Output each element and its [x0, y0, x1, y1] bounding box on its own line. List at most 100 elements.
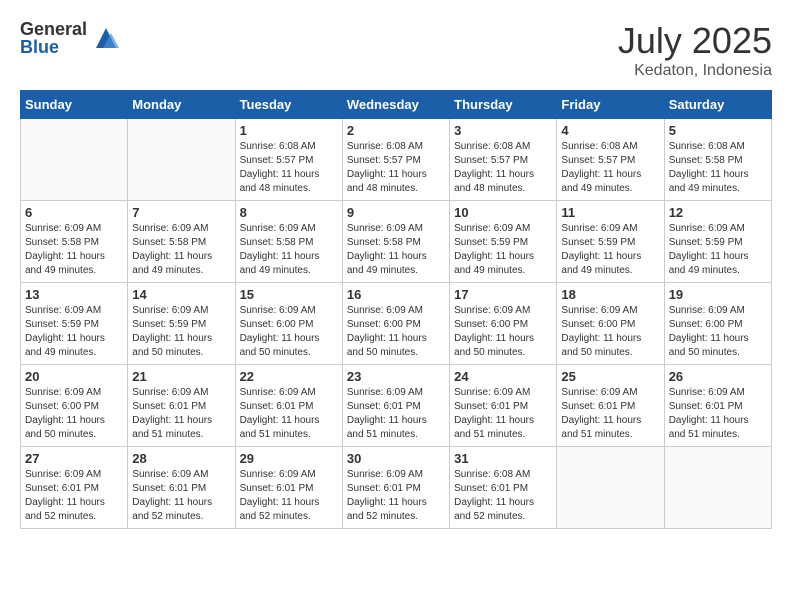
- day-info: Sunrise: 6:09 AM Sunset: 6:00 PM Dayligh…: [25, 386, 123, 442]
- day-number: 14: [132, 287, 230, 302]
- day-info: Sunrise: 6:09 AM Sunset: 5:58 PM Dayligh…: [25, 222, 123, 278]
- day-number: 31: [454, 451, 552, 466]
- calendar-week-row: 13 Sunrise: 6:09 AM Sunset: 5:59 PM Dayli…: [21, 283, 772, 365]
- day-number: 12: [669, 205, 767, 220]
- day-number: 4: [561, 123, 659, 138]
- day-info: Sunrise: 6:09 AM Sunset: 6:01 PM Dayligh…: [561, 386, 659, 442]
- day-info: Sunrise: 6:09 AM Sunset: 6:00 PM Dayligh…: [454, 304, 552, 360]
- day-info: Sunrise: 6:09 AM Sunset: 6:01 PM Dayligh…: [240, 386, 338, 442]
- calendar-cell: 29Sunrise: 6:09 AM Sunset: 6:01 PM Dayli…: [235, 447, 342, 529]
- calendar-cell: 3 Sunrise: 6:08 AM Sunset: 5:57 PM Daylig…: [450, 119, 557, 201]
- day-number: 7: [132, 205, 230, 220]
- logo: General Blue: [20, 20, 121, 56]
- day-info: Sunrise: 6:09 AM Sunset: 6:01 PM Dayligh…: [25, 468, 123, 524]
- weekday-header: Wednesday: [342, 91, 449, 119]
- day-info: Sunrise: 6:08 AM Sunset: 6:01 PM Dayligh…: [454, 468, 552, 524]
- calendar-cell: 4Sunrise: 6:08 AM Sunset: 5:57 PM Daylig…: [557, 119, 664, 201]
- day-info: Sunrise: 6:09 AM Sunset: 6:01 PM Dayligh…: [132, 468, 230, 524]
- day-info: Sunrise: 6:09 AM Sunset: 5:59 PM Dayligh…: [454, 222, 552, 278]
- day-info: Sunrise: 6:09 AM Sunset: 6:00 PM Dayligh…: [561, 304, 659, 360]
- day-number: 17: [454, 287, 552, 302]
- day-number: 19: [669, 287, 767, 302]
- day-info: Sunrise: 6:09 AM Sunset: 6:01 PM Dayligh…: [240, 468, 338, 524]
- day-number: 22: [240, 369, 338, 384]
- day-number: 6: [25, 205, 123, 220]
- calendar-cell: 19 Sunrise: 6:09 AM Sunset: 6:00 PM Dayli…: [664, 283, 771, 365]
- calendar-cell: 25 Sunrise: 6:09 AM Sunset: 6:01 PM Dayli…: [557, 365, 664, 447]
- day-info: Sunrise: 6:09 AM Sunset: 5:59 PM Dayligh…: [25, 304, 123, 360]
- title-area: July 2025 Kedaton, Indonesia: [618, 20, 772, 80]
- calendar-cell: [557, 447, 664, 529]
- calendar-cell: 21 Sunrise: 6:09 AM Sunset: 6:01 PM Dayli…: [128, 365, 235, 447]
- calendar-cell: 20 Sunrise: 6:09 AM Sunset: 6:00 PM Dayli…: [21, 365, 128, 447]
- day-number: 3: [454, 123, 552, 138]
- day-info: Sunrise: 6:09 AM Sunset: 6:01 PM Dayligh…: [132, 386, 230, 442]
- logo-general: General: [20, 20, 87, 38]
- day-info: Sunrise: 6:09 AM Sunset: 6:01 PM Dayligh…: [669, 386, 767, 442]
- calendar-cell: 14 Sunrise: 6:09 AM Sunset: 5:59 PM Dayli…: [128, 283, 235, 365]
- calendar-cell: 11 Sunrise: 6:09 AM Sunset: 5:59 PM Dayli…: [557, 201, 664, 283]
- calendar-table: SundayMondayTuesdayWednesdayThursdayFrid…: [20, 90, 772, 529]
- calendar-cell: [664, 447, 771, 529]
- weekday-header-row: SundayMondayTuesdayWednesdayThursdayFrid…: [21, 91, 772, 119]
- day-number: 13: [25, 287, 123, 302]
- month-title: July 2025: [618, 20, 772, 62]
- day-number: 24: [454, 369, 552, 384]
- calendar-cell: 18 Sunrise: 6:09 AM Sunset: 6:00 PM Dayli…: [557, 283, 664, 365]
- day-info: Sunrise: 6:08 AM Sunset: 5:57 PM Dayligh…: [454, 140, 552, 196]
- calendar-cell: [128, 119, 235, 201]
- calendar-week-row: 6 Sunrise: 6:09 AM Sunset: 5:58 PM Daylig…: [21, 201, 772, 283]
- logo-icon: [91, 23, 121, 53]
- weekday-header: Monday: [128, 91, 235, 119]
- calendar-cell: 26 Sunrise: 6:09 AM Sunset: 6:01 PM Dayli…: [664, 365, 771, 447]
- day-number: 2: [347, 123, 445, 138]
- calendar-cell: 7Sunrise: 6:09 AM Sunset: 5:58 PM Daylig…: [128, 201, 235, 283]
- day-number: 30: [347, 451, 445, 466]
- day-info: Sunrise: 6:09 AM Sunset: 6:00 PM Dayligh…: [669, 304, 767, 360]
- day-number: 26: [669, 369, 767, 384]
- calendar-cell: 17 Sunrise: 6:09 AM Sunset: 6:00 PM Dayli…: [450, 283, 557, 365]
- day-number: 23: [347, 369, 445, 384]
- day-number: 21: [132, 369, 230, 384]
- calendar-cell: 6 Sunrise: 6:09 AM Sunset: 5:58 PM Daylig…: [21, 201, 128, 283]
- day-info: Sunrise: 6:09 AM Sunset: 6:01 PM Dayligh…: [454, 386, 552, 442]
- calendar-cell: 10 Sunrise: 6:09 AM Sunset: 5:59 PM Dayli…: [450, 201, 557, 283]
- weekday-header: Friday: [557, 91, 664, 119]
- day-info: Sunrise: 6:09 AM Sunset: 6:00 PM Dayligh…: [240, 304, 338, 360]
- calendar-cell: 1 Sunrise: 6:08 AM Sunset: 5:57 PM Daylig…: [235, 119, 342, 201]
- day-info: Sunrise: 6:09 AM Sunset: 5:58 PM Dayligh…: [347, 222, 445, 278]
- day-info: Sunrise: 6:09 AM Sunset: 5:59 PM Dayligh…: [669, 222, 767, 278]
- page-header: General Blue July 2025 Kedaton, Indonesi…: [20, 20, 772, 80]
- day-number: 10: [454, 205, 552, 220]
- day-info: Sunrise: 6:08 AM Sunset: 5:57 PM Dayligh…: [347, 140, 445, 196]
- day-number: 11: [561, 205, 659, 220]
- day-number: 27: [25, 451, 123, 466]
- day-info: Sunrise: 6:09 AM Sunset: 6:01 PM Dayligh…: [347, 386, 445, 442]
- calendar-week-row: 20 Sunrise: 6:09 AM Sunset: 6:00 PM Dayli…: [21, 365, 772, 447]
- weekday-header: Tuesday: [235, 91, 342, 119]
- calendar-cell: 13 Sunrise: 6:09 AM Sunset: 5:59 PM Dayli…: [21, 283, 128, 365]
- day-number: 8: [240, 205, 338, 220]
- calendar-cell: 31 Sunrise: 6:08 AM Sunset: 6:01 PM Dayli…: [450, 447, 557, 529]
- calendar-cell: 8 Sunrise: 6:09 AM Sunset: 5:58 PM Daylig…: [235, 201, 342, 283]
- day-number: 15: [240, 287, 338, 302]
- day-number: 1: [240, 123, 338, 138]
- day-number: 16: [347, 287, 445, 302]
- calendar-cell: 5 Sunrise: 6:08 AM Sunset: 5:58 PM Daylig…: [664, 119, 771, 201]
- calendar-week-row: 1 Sunrise: 6:08 AM Sunset: 5:57 PM Daylig…: [21, 119, 772, 201]
- day-info: Sunrise: 6:08 AM Sunset: 5:57 PM Dayligh…: [240, 140, 338, 196]
- day-info: Sunrise: 6:09 AM Sunset: 5:58 PM Dayligh…: [240, 222, 338, 278]
- calendar-cell: 23 Sunrise: 6:09 AM Sunset: 6:01 PM Dayli…: [342, 365, 449, 447]
- day-info: Sunrise: 6:09 AM Sunset: 5:59 PM Dayligh…: [561, 222, 659, 278]
- calendar-cell: [21, 119, 128, 201]
- day-info: Sunrise: 6:09 AM Sunset: 5:59 PM Dayligh…: [132, 304, 230, 360]
- day-number: 5: [669, 123, 767, 138]
- day-number: 20: [25, 369, 123, 384]
- calendar-cell: 12 Sunrise: 6:09 AM Sunset: 5:59 PM Dayli…: [664, 201, 771, 283]
- calendar-cell: 16Sunrise: 6:09 AM Sunset: 6:00 PM Dayli…: [342, 283, 449, 365]
- day-info: Sunrise: 6:08 AM Sunset: 5:58 PM Dayligh…: [669, 140, 767, 196]
- weekday-header: Saturday: [664, 91, 771, 119]
- day-number: 25: [561, 369, 659, 384]
- day-number: 18: [561, 287, 659, 302]
- calendar-cell: 28Sunrise: 6:09 AM Sunset: 6:01 PM Dayli…: [128, 447, 235, 529]
